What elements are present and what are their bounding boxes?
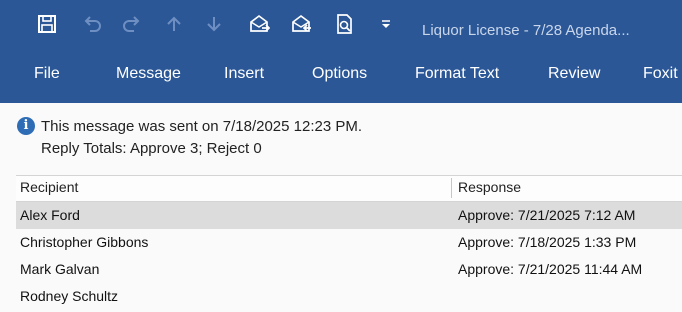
customize-dropdown-icon[interactable] xyxy=(372,10,400,38)
sent-info: This message was sent on 7/18/2025 12:23… xyxy=(41,118,363,135)
header-recipient[interactable]: Recipient xyxy=(20,179,78,195)
print-preview-icon[interactable] xyxy=(331,10,359,38)
ribbon: Liquor License - 7/28 Agenda... File Mes… xyxy=(0,0,682,103)
table-header: Recipient Response xyxy=(16,175,682,202)
response-cell: Approve: 7/18/2025 1:33 PM xyxy=(458,234,637,250)
tracking-table: Recipient Response Alex Ford Approve: 7/… xyxy=(16,175,682,310)
table-row[interactable]: Mark Galvan Approve: 7/21/2025 11:44 AM xyxy=(16,256,682,283)
message-content: i This message was sent on 7/18/2025 12:… xyxy=(0,103,682,312)
table-row[interactable]: Rodney Schultz xyxy=(16,283,682,310)
response-cell: Approve: 7/21/2025 11:44 AM xyxy=(458,261,643,277)
tab-message[interactable]: Message xyxy=(116,65,181,83)
forward-icon[interactable] xyxy=(287,10,315,38)
info-icon: i xyxy=(17,117,35,135)
recipient-cell: Rodney Schultz xyxy=(20,288,119,304)
tab-options[interactable]: Options xyxy=(312,65,367,83)
table-row[interactable]: Christopher Gibbons Approve: 7/18/2025 1… xyxy=(16,229,682,256)
reply-icon[interactable] xyxy=(245,10,273,38)
tab-format-text[interactable]: Format Text xyxy=(415,65,499,83)
reply-totals: Reply Totals: Approve 3; Reject 0 xyxy=(41,140,262,157)
table-row[interactable]: Alex Ford Approve: 7/21/2025 7:12 AM xyxy=(16,202,682,229)
header-response[interactable]: Response xyxy=(458,179,521,195)
quick-access-toolbar: Liquor License - 7/28 Agenda... xyxy=(0,0,682,58)
save-icon[interactable] xyxy=(33,10,61,38)
up-arrow-icon[interactable] xyxy=(160,10,188,38)
recipient-cell: Alex Ford xyxy=(20,207,80,223)
tab-insert[interactable]: Insert xyxy=(224,65,264,83)
response-cell: Approve: 7/21/2025 7:12 AM xyxy=(458,207,636,223)
recipient-cell: Christopher Gibbons xyxy=(20,234,149,250)
column-divider[interactable] xyxy=(451,178,452,198)
window-title: Liquor License - 7/28 Agenda... xyxy=(422,22,630,39)
ribbon-tabs: File Message Insert Options Format Text … xyxy=(0,58,682,103)
tab-review[interactable]: Review xyxy=(548,65,600,83)
undo-icon[interactable] xyxy=(78,10,106,38)
recipient-cell: Mark Galvan xyxy=(20,261,100,277)
tab-foxit[interactable]: Foxit xyxy=(643,65,678,83)
redo-icon[interactable] xyxy=(118,10,146,38)
down-arrow-icon[interactable] xyxy=(200,10,228,38)
tab-file[interactable]: File xyxy=(34,65,60,83)
